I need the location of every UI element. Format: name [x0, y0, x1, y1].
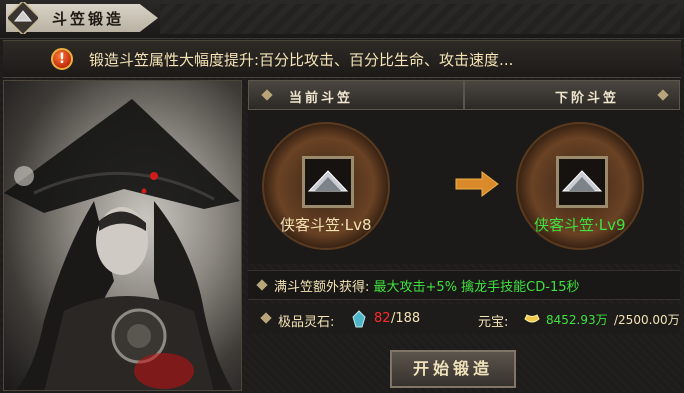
gold-ingot-icon	[524, 314, 540, 323]
diamond-icon	[256, 279, 268, 291]
gold-label: 元宝:	[478, 315, 509, 330]
bonus-line: 满斗笠额外获得: 最大攻击+5% 擒龙手技能CD-15秒	[274, 276, 580, 295]
diamond-icon	[261, 89, 273, 101]
next-header-text: 下阶斗笠	[555, 91, 620, 106]
upgrade-area: 侠客斗笠·Lv8 侠客斗笠·Lv9	[248, 110, 680, 264]
exclamation-icon: !	[51, 48, 73, 70]
gold-required: /2500.00万	[614, 313, 680, 327]
bonus-label: 满斗笠额外获得:	[274, 280, 370, 295]
start-forge-button[interactable]: 开始锻造	[390, 350, 516, 388]
arrow-right-icon	[455, 171, 499, 197]
character-portrait	[3, 80, 242, 391]
next-item-slot[interactable]	[556, 156, 608, 208]
bonus-value: 最大攻击+5% 擒龙手技能CD-15秒	[373, 280, 580, 295]
character-illustration	[4, 99, 240, 390]
current-header-text: 当前斗笠	[289, 91, 354, 106]
next-header: 下阶斗笠	[464, 80, 680, 110]
hat-icon	[307, 170, 349, 192]
current-header: 当前斗笠	[248, 80, 464, 110]
next-item-name: 侠客斗笠·Lv9	[534, 216, 626, 234]
notice-text: 锻造斗笠属性大幅度提升:百分比攻击、百分比生命、攻击速度...	[89, 51, 514, 69]
window-title: 斗笠锻造	[52, 10, 125, 28]
hat-icon	[561, 170, 603, 192]
current-item-slot[interactable]	[302, 156, 354, 208]
diamond-icon	[260, 312, 272, 324]
stone-label: 极品灵石:	[278, 315, 335, 330]
spirit-stone-icon	[352, 310, 366, 328]
cost-row: 极品灵石: 82 /188 元宝: 8452.93万 /2500.00万	[248, 304, 680, 334]
hat-emblem-icon	[8, 2, 38, 34]
notice-bar: ! 锻造斗笠属性大幅度提升:百分比攻击、百分比生命、攻击速度...	[3, 40, 681, 78]
stone-required: /188	[391, 311, 421, 326]
forge-panel: 当前斗笠 下阶斗笠 侠客斗笠·Lv8 侠客斗笠·Lv9 满斗笠额外获得: 最大攻…	[248, 80, 680, 391]
bonus-row: 满斗笠额外获得: 最大攻击+5% 擒龙手技能CD-15秒	[248, 270, 680, 300]
title-bar-pattern	[160, 4, 680, 34]
diamond-icon	[657, 89, 669, 101]
current-item-name: 侠客斗笠·Lv8	[280, 216, 372, 234]
title-bar: 斗笠锻造	[0, 0, 684, 39]
gold-owned: 8452.93万	[546, 313, 608, 327]
stone-owned: 82	[374, 311, 391, 326]
forge-window: 斗笠锻造 ! 锻造斗笠属性大幅度提升:百分比攻击、百分比生命、攻击速度... 当…	[0, 0, 684, 393]
